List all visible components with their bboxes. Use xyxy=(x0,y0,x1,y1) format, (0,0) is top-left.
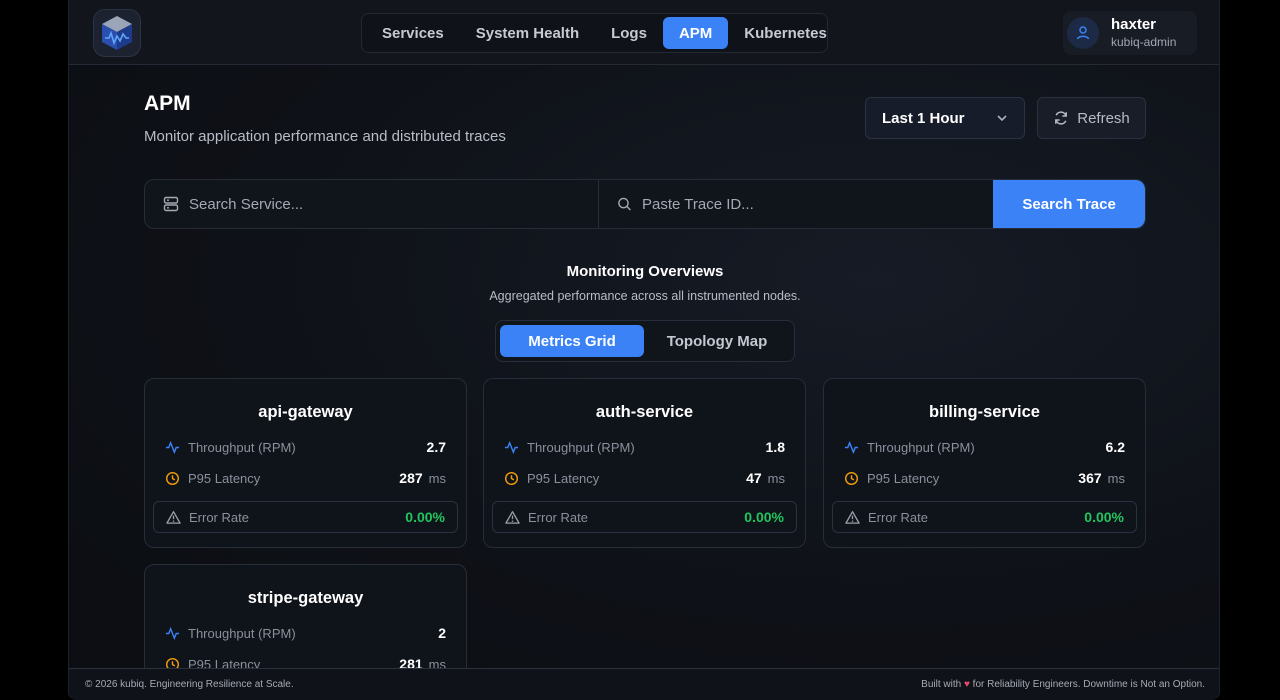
search-icon xyxy=(618,197,632,211)
latency-value: 367 xyxy=(1078,470,1102,486)
throughput-value: 2.7 xyxy=(426,439,446,455)
nav-item-system-health[interactable]: System Health xyxy=(460,17,595,49)
latency-row: P95 Latency 287 ms xyxy=(165,468,446,488)
time-range-value: Last 1 Hour xyxy=(882,109,965,127)
time-range-select[interactable]: Last 1 Hour xyxy=(865,97,1025,139)
latency-unit: ms xyxy=(767,470,785,486)
cube-logo-icon xyxy=(102,16,132,50)
trace-id-segment xyxy=(599,180,994,228)
latency-label: P95 Latency xyxy=(867,470,940,486)
warning-icon xyxy=(845,510,860,524)
error-rate-label: Error Rate xyxy=(868,509,928,525)
refresh-icon xyxy=(1055,111,1068,125)
user-menu[interactable]: haxter kubiq-admin xyxy=(1063,11,1197,55)
error-rate-value: 0.00% xyxy=(405,509,445,525)
app-logo[interactable] xyxy=(93,9,141,57)
service-name: auth-service xyxy=(595,403,694,421)
activity-icon xyxy=(844,440,859,454)
page-footer: © 2026 kubiq. Engineering Resilience at … xyxy=(69,668,1219,700)
nav-item-apm[interactable]: APM xyxy=(662,17,729,49)
latency-label: P95 Latency xyxy=(527,470,600,486)
latency-unit: ms xyxy=(1107,470,1125,486)
throughput-value: 6.2 xyxy=(1105,439,1125,455)
footer-copyright: © 2026 kubiq. Engineering Resilience at … xyxy=(85,679,294,690)
latency-row: P95 Latency 47 ms xyxy=(504,468,785,488)
throughput-value: 2 xyxy=(438,625,446,641)
user-icon xyxy=(1067,17,1099,49)
latency-label: P95 Latency xyxy=(188,470,261,486)
error-rate-value: 0.00% xyxy=(744,509,784,525)
throughput-label: Throughput (RPM) xyxy=(527,439,635,455)
service-name: billing-service xyxy=(929,403,1040,421)
service-card[interactable]: billing-service Throughput (RPM) 6.2 P95… xyxy=(823,378,1146,548)
app-frame: Services System Health Logs APM Kubernet… xyxy=(68,0,1220,700)
error-rate-value: 0.00% xyxy=(1084,509,1124,525)
error-rate-label: Error Rate xyxy=(528,509,588,525)
warning-icon xyxy=(505,510,520,524)
warning-icon xyxy=(166,510,181,524)
overview-subtitle: Aggregated performance across all instru… xyxy=(489,289,801,303)
service-name: api-gateway xyxy=(258,403,353,421)
footer-tagline: Built with ♥ for Reliability Engineers. … xyxy=(921,679,1205,690)
nav-item-kubernetes[interactable]: Kubernetes xyxy=(728,17,843,49)
error-rate-box: Error Rate 0.00% xyxy=(492,501,797,533)
error-rate-box: Error Rate 0.00% xyxy=(153,501,458,533)
service-card[interactable]: api-gateway Throughput (RPM) 2.7 P95 Lat… xyxy=(144,378,467,548)
trace-id-input[interactable] xyxy=(642,195,994,213)
throughput-value: 1.8 xyxy=(765,439,785,455)
refresh-label: Refresh xyxy=(1077,109,1130,127)
top-header: Services System Health Logs APM Kubernet… xyxy=(69,0,1219,65)
trace-search-bar: Search Trace xyxy=(144,179,1146,229)
latency-unit: ms xyxy=(428,470,446,486)
footer-built-with: Built with xyxy=(921,679,962,690)
tab-metrics-grid[interactable]: Metrics Grid xyxy=(500,325,644,357)
clock-icon xyxy=(844,471,859,485)
throughput-row: Throughput (RPM) 6.2 xyxy=(844,437,1125,457)
overview-title: Monitoring Overviews xyxy=(566,263,724,280)
clock-icon xyxy=(504,471,519,485)
footer-tagline-rest: for Reliability Engineers. Downtime is N… xyxy=(972,679,1205,690)
latency-row: P95 Latency 367 ms xyxy=(844,468,1125,488)
error-rate-label: Error Rate xyxy=(189,509,249,525)
nav-item-logs[interactable]: Logs xyxy=(595,17,663,49)
service-card[interactable]: auth-service Throughput (RPM) 1.8 P95 La… xyxy=(483,378,806,548)
error-rate-box: Error Rate 0.00% xyxy=(832,501,1137,533)
tab-topology-map[interactable]: Topology Map xyxy=(644,325,790,357)
throughput-row: Throughput (RPM) 2.7 xyxy=(165,437,446,457)
heart-icon: ♥ xyxy=(963,679,970,690)
service-search-input[interactable] xyxy=(189,195,569,213)
clock-icon xyxy=(165,471,180,485)
user-name: haxter xyxy=(1111,16,1157,33)
activity-icon xyxy=(504,440,519,454)
throughput-label: Throughput (RPM) xyxy=(188,439,296,455)
service-name: stripe-gateway xyxy=(247,589,364,607)
nav-item-services[interactable]: Services xyxy=(366,17,460,49)
throughput-label: Throughput (RPM) xyxy=(188,625,296,641)
activity-icon xyxy=(165,626,180,640)
search-trace-button[interactable]: Search Trace xyxy=(993,180,1145,228)
refresh-button[interactable]: Refresh xyxy=(1037,97,1146,139)
user-role: kubiq-admin xyxy=(1111,35,1177,49)
view-toggle: Metrics Grid Topology Map xyxy=(495,320,795,362)
throughput-row: Throughput (RPM) 1.8 xyxy=(504,437,785,457)
main-nav: Services System Health Logs APM Kubernet… xyxy=(361,13,828,53)
chevron-down-icon xyxy=(997,115,1007,122)
latency-value: 47 xyxy=(746,470,762,486)
service-search-segment xyxy=(145,180,600,228)
page-subtitle: Monitor application performance and dist… xyxy=(144,128,506,145)
server-icon xyxy=(163,196,179,212)
activity-icon xyxy=(165,440,180,454)
throughput-row: Throughput (RPM) 2 xyxy=(165,623,446,643)
page-title: APM xyxy=(144,92,191,115)
latency-value: 287 xyxy=(399,470,423,486)
throughput-label: Throughput (RPM) xyxy=(867,439,975,455)
